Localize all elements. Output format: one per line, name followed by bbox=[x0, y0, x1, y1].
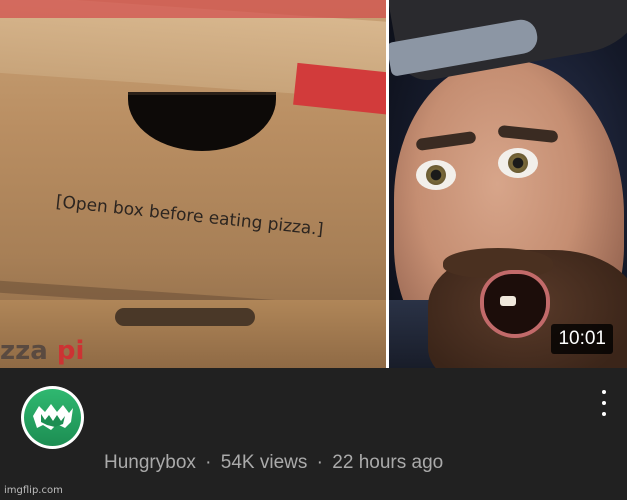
box-handle-slot bbox=[115, 308, 255, 326]
video-thumbnail[interactable]: [Open box before eating pizza.] zza pi 1… bbox=[0, 0, 627, 368]
right-eye bbox=[498, 148, 538, 178]
video-duration-badge: 10:01 bbox=[551, 324, 613, 354]
thumbnail-divider bbox=[386, 0, 389, 368]
box-red-print bbox=[0, 0, 388, 18]
meta-separator: · bbox=[316, 452, 323, 473]
watermark: imgflip.com bbox=[4, 485, 63, 496]
box-hole bbox=[128, 92, 276, 151]
avatar-logo-icon bbox=[33, 404, 73, 430]
thumbnail-reaction-face-image bbox=[388, 0, 627, 368]
box-lower-print: zza pi bbox=[0, 336, 84, 366]
left-eye bbox=[416, 160, 456, 190]
box-lower-print-red: pi bbox=[56, 336, 85, 366]
box-red-label bbox=[293, 62, 388, 116]
box-lower-print-text: zza bbox=[0, 336, 48, 366]
box-caption: [Open box before eating pizza.] bbox=[54, 192, 325, 240]
tooth bbox=[500, 296, 516, 306]
more-vert-icon[interactable] bbox=[593, 390, 615, 416]
upload-age: 22 hours ago bbox=[332, 452, 444, 473]
video-meta: Hungrybox · 54K views · 22 hours ago bbox=[104, 452, 443, 474]
thumbnail-pizza-box-image: [Open box before eating pizza.] zza pi bbox=[0, 0, 388, 368]
video-info-bar: Hungrybox · 54K views · 22 hours ago img… bbox=[0, 368, 627, 500]
view-count: 54K views bbox=[220, 452, 308, 473]
channel-avatar-icon[interactable] bbox=[21, 386, 84, 449]
channel-name-link[interactable]: Hungrybox bbox=[104, 452, 196, 473]
meta-separator: · bbox=[205, 452, 212, 473]
